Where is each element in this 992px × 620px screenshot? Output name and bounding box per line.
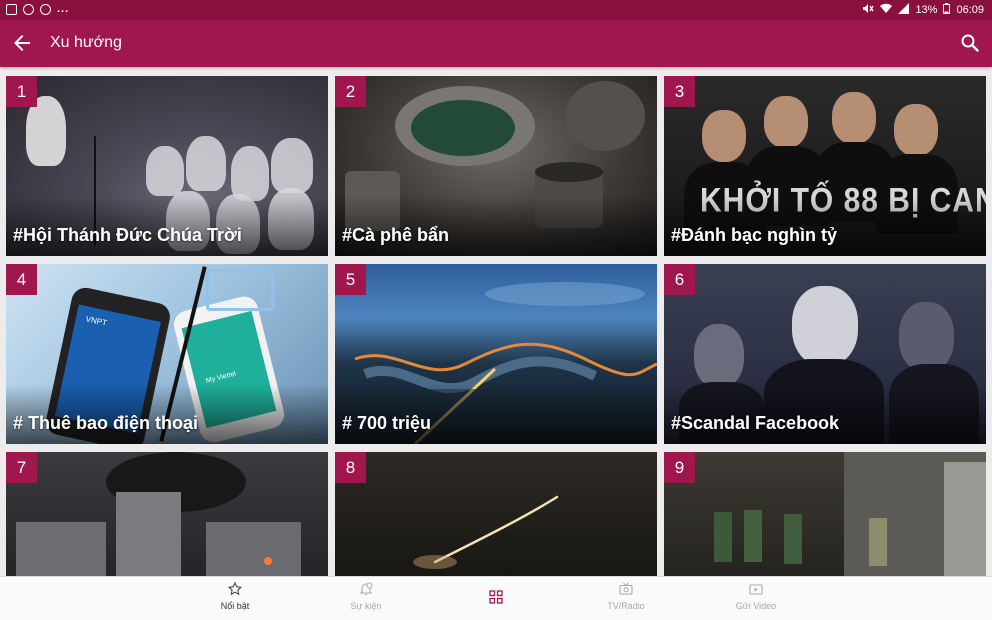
trend-hashtag: #Hội Thánh Đức Chúa Trời [13,225,242,245]
trend-card[interactable]: 1 #Hội Thánh Đức Chúa Trời [6,76,328,256]
settings-notification-icon [40,3,51,15]
trend-hashtag: # 700 triệu [342,413,432,433]
grid-icon [489,590,503,604]
back-button[interactable] [10,31,34,55]
trend-hashtag: #Cà phê bẩn [342,225,450,245]
nav-label: TV/Radio [607,601,645,611]
arrow-left-icon [14,35,30,51]
bottom-navigation: Nổi bật Sự kiện TV/Radio Gửi Video [0,576,992,620]
nav-label: Sự kiện [350,601,382,611]
nav-label: Nổi bật [220,601,250,611]
page-title: Xu hướng [50,34,122,51]
image-notification-icon [6,3,17,15]
trend-grid: 1 #Hội Thánh Đức Chúa Trời 2 #Cà phê bẩn… [6,76,986,577]
rank-badge: 6 [664,264,695,295]
nav-item-send-video[interactable]: Gửi Video [706,577,806,620]
nav-item-featured[interactable]: Nổi bật [185,577,285,620]
trend-hashtag: # Thuê bao điện thoại [13,413,199,433]
rank-badge: 4 [6,264,37,295]
trend-thumbnail [335,452,657,577]
clock: 06:09 [956,4,984,16]
more-notifications-icon: ... [57,3,70,15]
rank-badge: 8 [335,452,366,483]
battery-icon [943,3,951,17]
trend-card[interactable]: 7 [6,452,328,577]
trend-hashtag: #Scandal Facebook [671,413,840,433]
status-bar: ... 13% 06:09 [0,0,992,20]
video-upload-icon [749,584,763,595]
mute-icon [862,3,874,17]
trend-hashtag: #Đánh bạc nghìn tỷ [671,225,838,245]
nav-label: Gửi Video [735,601,777,611]
trend-card[interactable]: 5 # 700 triệu [335,264,657,444]
rank-badge: 1 [6,76,37,107]
trend-card[interactable]: VNPT My Viettel 4 # Thuê bao điện thoại [6,264,328,444]
star-icon [228,582,242,596]
nav-item-menu[interactable] [446,577,546,620]
trend-card[interactable]: 8 [335,452,657,577]
rank-badge: 9 [664,452,695,483]
tv-icon [619,582,633,595]
search-icon [961,34,979,52]
trend-card[interactable]: 2 #Cà phê bẩn [335,76,657,256]
trend-thumbnail [6,452,328,577]
search-button[interactable] [958,31,982,55]
signal-icon [898,3,910,17]
app-bar: Xu hướng [0,20,992,67]
rank-badge: 2 [335,76,366,107]
trend-card[interactable]: KHỞI TỐ 88 BỊ CAN 3 #Đánh bạc nghìn tỷ [664,76,986,256]
trend-thumbnail [664,452,986,577]
bell-clock-icon [359,582,373,595]
rank-badge: 3 [664,76,695,107]
rank-badge: 5 [335,264,366,295]
trend-card[interactable]: 6 #Scandal Facebook [664,264,986,444]
sync-notification-icon [23,3,34,15]
battery-percentage: 13% [915,4,938,16]
status-system: 13% 06:09 [862,3,984,17]
nav-item-events[interactable]: Sự kiện [316,577,416,620]
wifi-icon [880,3,893,17]
trend-card[interactable]: 9 [664,452,986,577]
status-notifications: ... [6,3,69,15]
nav-item-tv-radio[interactable]: TV/Radio [576,577,676,620]
rank-badge: 7 [6,452,37,483]
